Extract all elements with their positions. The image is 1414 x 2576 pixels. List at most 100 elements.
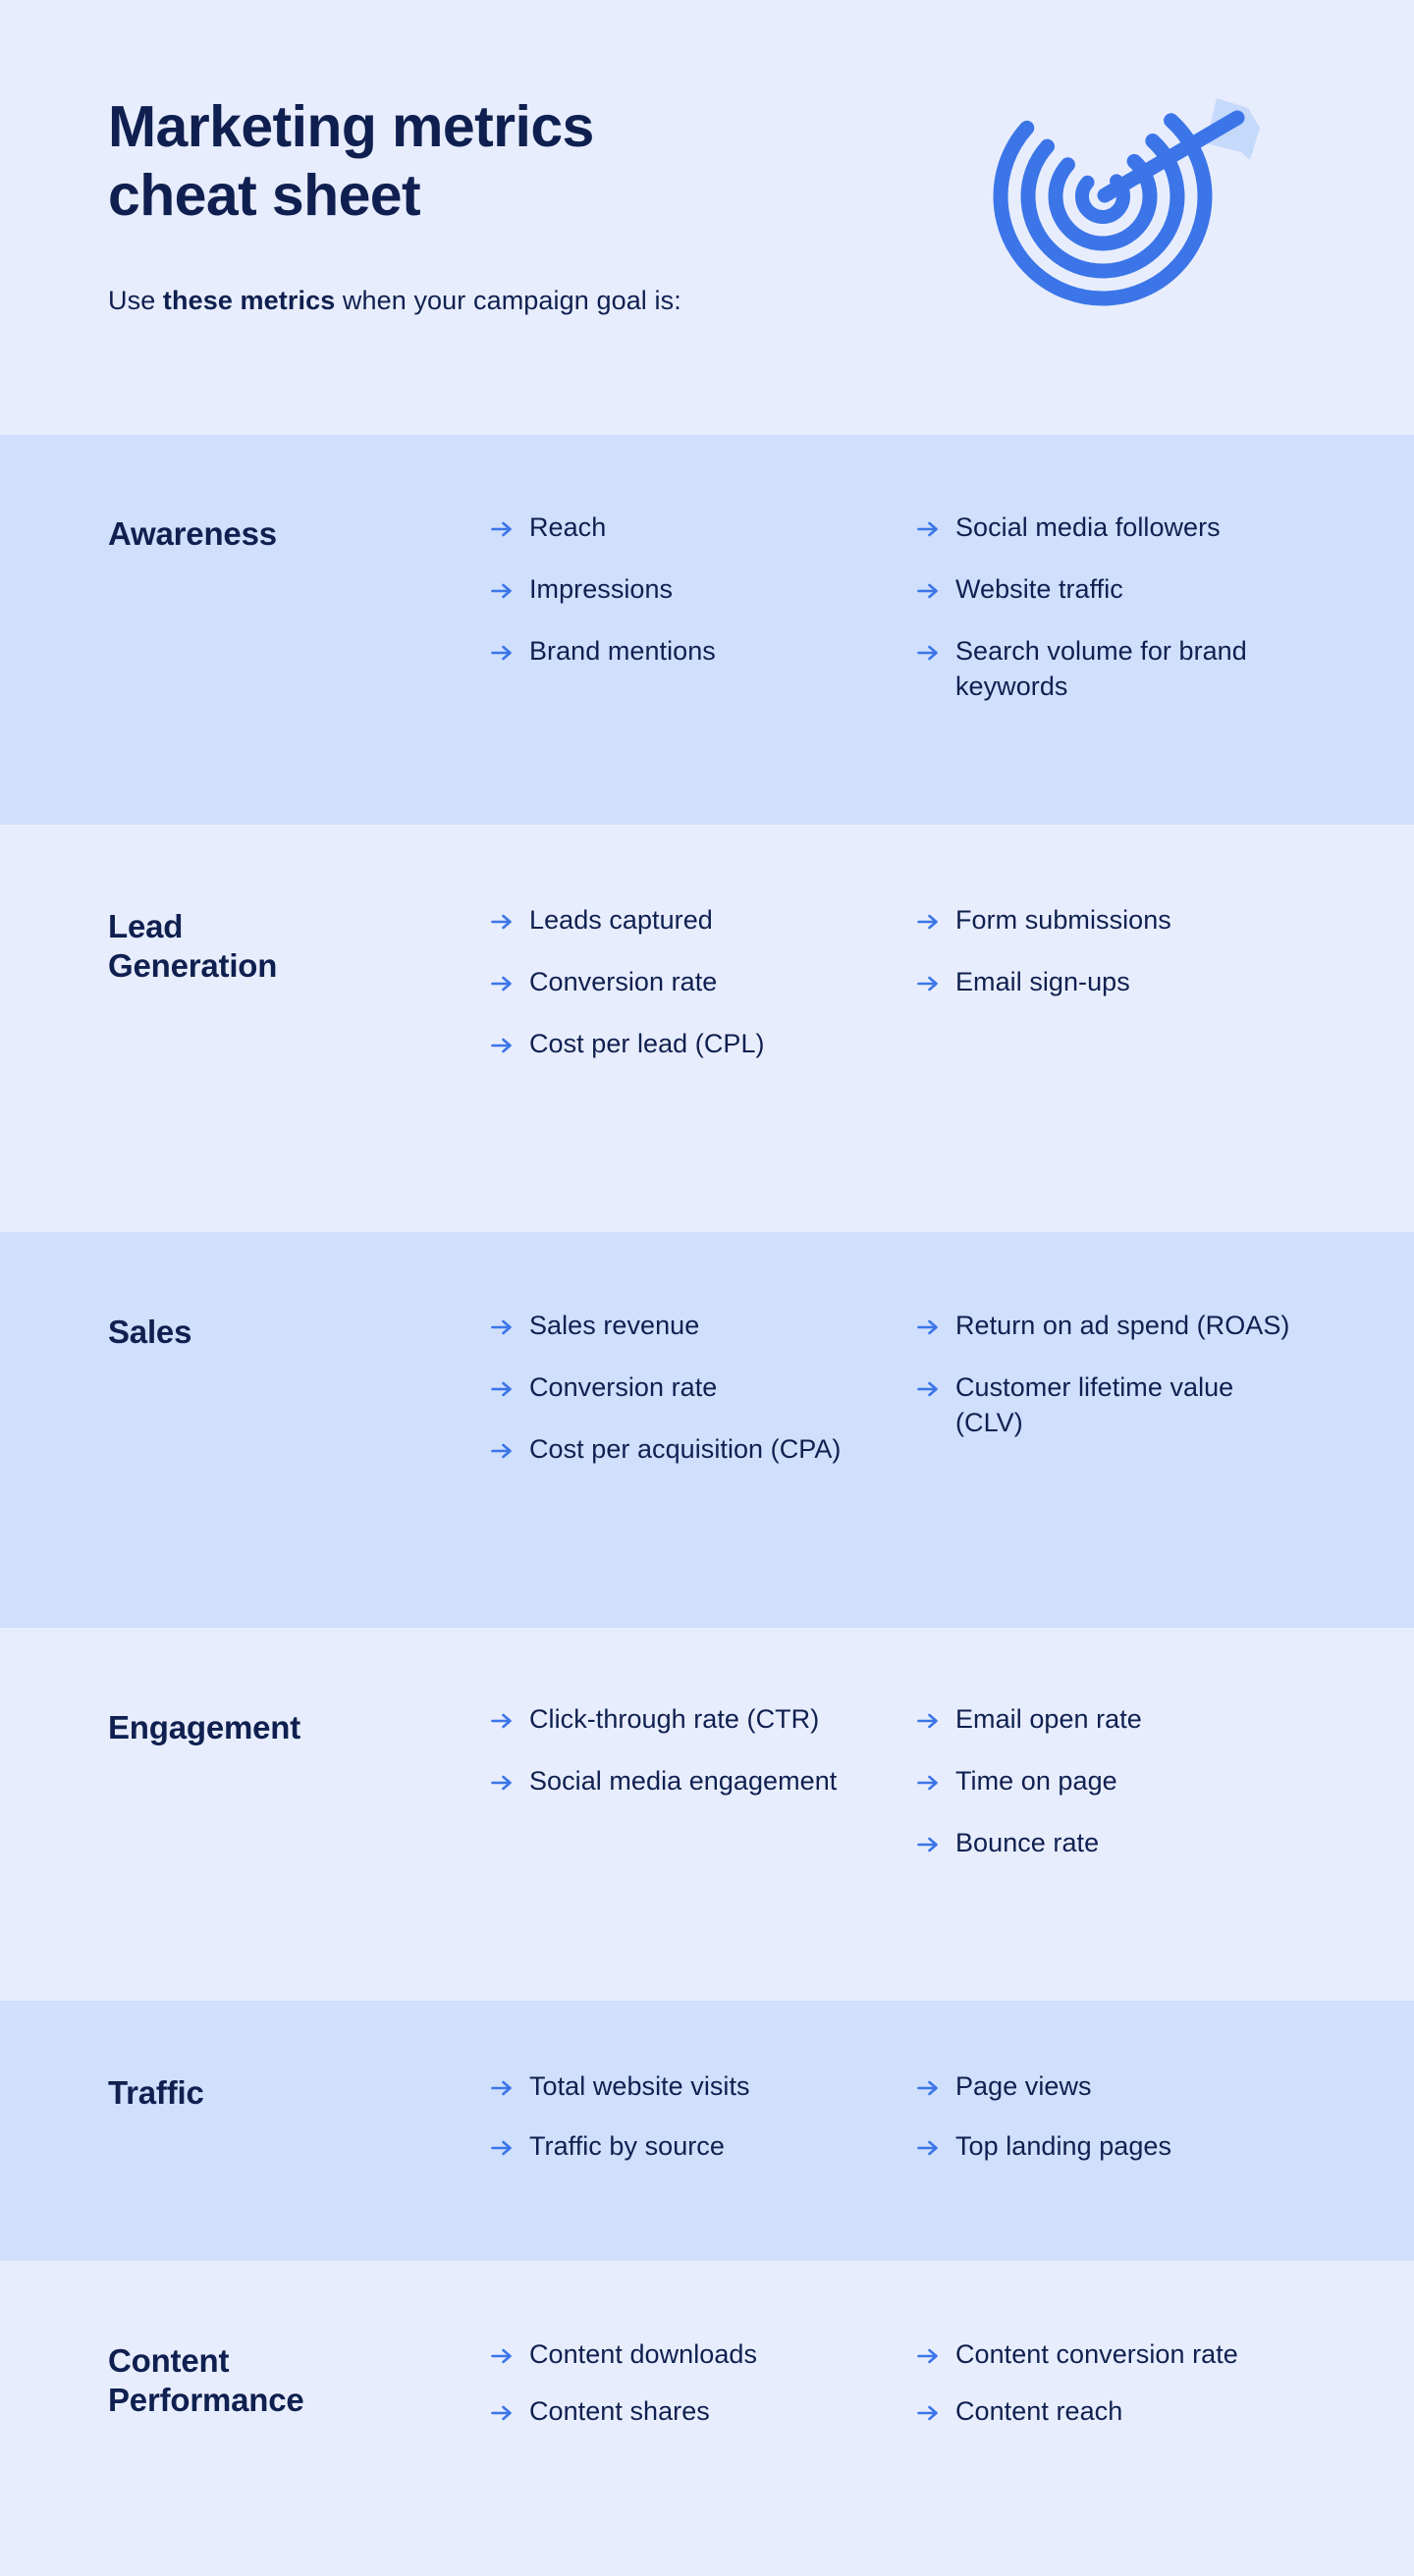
metric-item: Email open rate bbox=[917, 1702, 1306, 1738]
metric-item: Content downloads bbox=[491, 2337, 880, 2373]
metric-label: Content downloads bbox=[529, 2339, 758, 2369]
arrow-right-icon bbox=[491, 1775, 512, 1791]
metric-label: Conversion rate bbox=[529, 1371, 718, 1402]
metric-item: Website traffic bbox=[917, 572, 1306, 608]
page-subtitle: Use these metrics when your campaign goa… bbox=[108, 283, 681, 318]
subtitle-prefix: Use bbox=[108, 286, 163, 315]
arrow-right-icon bbox=[917, 2080, 938, 2096]
arrow-right-icon bbox=[917, 2348, 938, 2364]
arrow-right-icon bbox=[917, 1713, 938, 1729]
metric-label: Search volume for brand keywords bbox=[955, 635, 1247, 701]
metric-label: Cost per acquisition (CPA) bbox=[529, 1433, 842, 1464]
metric-item: Search volume for brand keywords bbox=[917, 634, 1306, 705]
subtitle-suffix: when your campaign goal is: bbox=[335, 286, 681, 315]
metric-label: Form submissions bbox=[955, 905, 1171, 935]
arrow-right-icon bbox=[917, 583, 938, 599]
metric-item: Bounce rate bbox=[917, 1826, 1306, 1861]
arrow-right-icon bbox=[491, 2348, 512, 2364]
metric-item: Content reach bbox=[917, 2394, 1306, 2430]
section-band-sales: Sales Sales revenue Conversion rate Cost pe… bbox=[0, 1232, 1414, 1628]
metric-item: Social media engagement bbox=[491, 1764, 880, 1799]
metric-item: Brand mentions bbox=[491, 634, 880, 670]
metric-label: Sales revenue bbox=[529, 1311, 700, 1340]
metric-item: Sales revenue bbox=[491, 1309, 880, 1344]
metric-item: Email sign-ups bbox=[917, 965, 1306, 1000]
arrow-right-icon bbox=[491, 2080, 512, 2096]
section-metric-columns: Sales revenue Conversion rate Cost per acq… bbox=[491, 1309, 1306, 1468]
metric-item: Time on page bbox=[917, 1764, 1306, 1799]
metric-column-2: Form submissions Email sign-ups bbox=[917, 903, 1306, 1000]
metric-label: Time on page bbox=[955, 1765, 1117, 1796]
metric-label: Total website visits bbox=[529, 2071, 750, 2101]
arrow-right-icon bbox=[917, 2140, 938, 2156]
metric-item: Cost per lead (CPL) bbox=[491, 1027, 880, 1062]
metric-label: Social media engagement bbox=[529, 1765, 838, 1796]
section-category-label: Engagement bbox=[108, 1709, 301, 1745]
metric-column-2: Email open rate Time on page Bounce rate bbox=[917, 1702, 1306, 1861]
arrow-right-icon bbox=[491, 1319, 512, 1335]
metric-label: Click-through rate (CTR) bbox=[529, 1704, 820, 1734]
metric-item: Customer lifetime value (CLV) bbox=[917, 1370, 1306, 1441]
metric-column-2: Page views Top landing pages bbox=[917, 2069, 1306, 2189]
metric-column-1: Total website visits Traffic by source bbox=[491, 2069, 880, 2189]
metric-item: Reach bbox=[491, 510, 880, 546]
arrow-right-icon bbox=[917, 976, 938, 992]
arrow-right-icon bbox=[917, 914, 938, 930]
metric-item: Return on ad spend (ROAS) bbox=[917, 1309, 1306, 1344]
metric-item: Traffic by source bbox=[491, 2129, 880, 2165]
metric-label: Content shares bbox=[529, 2395, 710, 2426]
arrow-right-icon bbox=[917, 645, 938, 661]
metric-label: Content conversion rate bbox=[955, 2339, 1238, 2369]
metric-label: Website traffic bbox=[955, 573, 1123, 604]
section-metric-columns: Click-through rate (CTR) Social media eng… bbox=[491, 1702, 1306, 1861]
metric-item: Top landing pages bbox=[917, 2129, 1306, 2165]
arrow-right-icon bbox=[491, 2405, 512, 2421]
metric-label: Cost per lead (CPL) bbox=[529, 1028, 765, 1058]
metric-column-1: Click-through rate (CTR) Social media eng… bbox=[491, 1702, 880, 1799]
section-band-awareness: Awareness Reach Impressions Brand mentions S… bbox=[0, 435, 1414, 825]
page-title: Marketing metrics cheat sheet bbox=[108, 94, 594, 228]
arrow-right-icon bbox=[491, 914, 512, 930]
metric-item: Content conversion rate bbox=[917, 2337, 1306, 2373]
section-metric-columns: Content downloads Content shares Content c… bbox=[491, 2337, 1306, 2451]
metric-item: Impressions bbox=[491, 572, 880, 608]
metric-item: Leads captured bbox=[491, 903, 880, 939]
header-band: Marketing metrics cheat sheet Use these … bbox=[0, 0, 1414, 435]
target-bullseye-arrow-icon bbox=[970, 57, 1265, 312]
metric-item: Content shares bbox=[491, 2394, 880, 2430]
section-category-label: Awareness bbox=[108, 515, 277, 552]
metric-label: Reach bbox=[529, 512, 607, 542]
section-band-traffic: Traffic Total website visits Traffic by so… bbox=[0, 2001, 1414, 2261]
section-band-content-performance: Content Performance Content downloads Cont… bbox=[0, 2261, 1414, 2576]
arrow-right-icon bbox=[491, 645, 512, 661]
metric-label: Customer lifetime value (CLV) bbox=[955, 1371, 1234, 1437]
metric-item: Form submissions bbox=[917, 903, 1306, 939]
metric-label: Email sign-ups bbox=[955, 966, 1130, 996]
metric-item: Social media followers bbox=[917, 510, 1306, 546]
metric-label: Page views bbox=[955, 2071, 1092, 2101]
arrow-right-icon bbox=[917, 1319, 938, 1335]
metric-label: Brand mentions bbox=[529, 635, 716, 666]
arrow-right-icon bbox=[491, 1038, 512, 1053]
metric-label: Return on ad spend (ROAS) bbox=[955, 1311, 1290, 1340]
metric-column-2: Content conversion rate Content reach bbox=[917, 2337, 1306, 2451]
metric-label: Bounce rate bbox=[955, 1827, 1100, 1857]
metric-label: Content reach bbox=[955, 2395, 1123, 2426]
metric-column-2: Return on ad spend (ROAS) Customer lifeti… bbox=[917, 1309, 1306, 1441]
arrow-right-icon bbox=[917, 1381, 938, 1397]
metric-column-1: Leads captured Conversion rate Cost per le… bbox=[491, 903, 880, 1062]
metric-item: Conversion rate bbox=[491, 965, 880, 1000]
metric-item: Click-through rate (CTR) bbox=[491, 1702, 880, 1738]
metric-label: Leads captured bbox=[529, 905, 713, 935]
section-category-label: Sales bbox=[108, 1314, 192, 1350]
section-category-label: Traffic bbox=[108, 2074, 204, 2111]
arrow-right-icon bbox=[491, 1713, 512, 1729]
arrow-right-icon bbox=[917, 1775, 938, 1791]
section-band-engagement: Engagement Click-through rate (CTR) Social… bbox=[0, 1628, 1414, 2001]
arrow-right-icon bbox=[491, 583, 512, 599]
metric-column-1: Content downloads Content shares bbox=[491, 2337, 880, 2451]
metric-item: Page views bbox=[917, 2069, 1306, 2105]
metric-label: Conversion rate bbox=[529, 966, 718, 996]
arrow-right-icon bbox=[491, 976, 512, 992]
arrow-right-icon bbox=[917, 1837, 938, 1852]
